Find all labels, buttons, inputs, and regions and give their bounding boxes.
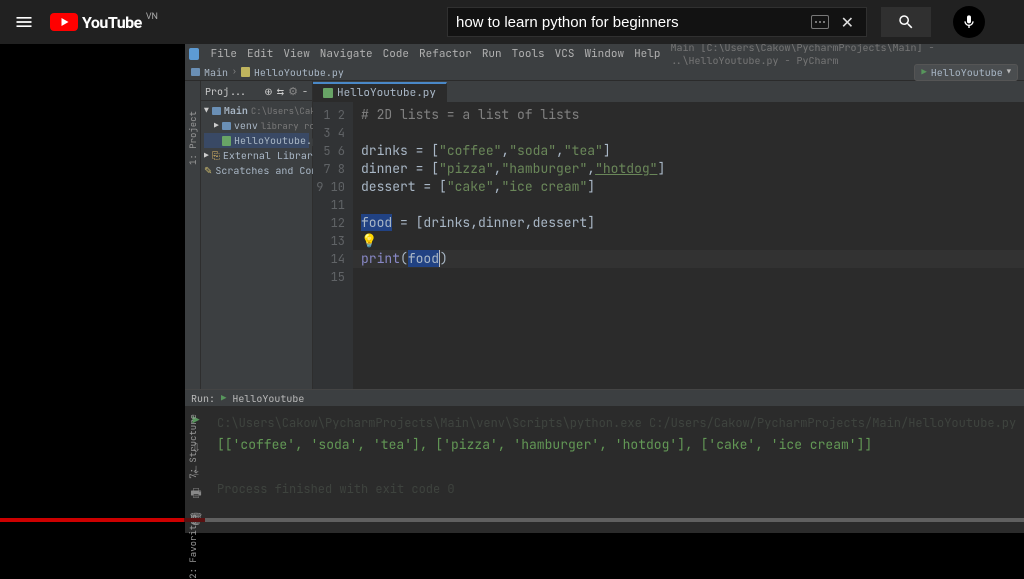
tree-file-helloyoutube[interactable]: HelloYoutube.py [204, 133, 309, 148]
menu-refactor[interactable]: Refactor [419, 47, 472, 61]
code-content[interactable]: # 2D lists = a list of lists drinks = ["… [353, 102, 1024, 389]
breadcrumb-folder: Main [204, 66, 228, 79]
search-button[interactable] [881, 7, 931, 37]
menu-run[interactable]: Run [482, 47, 502, 61]
python-file-icon [323, 88, 333, 98]
tree-root[interactable]: ▼ Main C:\Users\Cakow\Py [204, 103, 309, 118]
menu-file[interactable]: File [211, 47, 237, 61]
project-panel-header: Proj... ⊕ ⇆ ⚙ − [201, 83, 312, 101]
voice-search-button[interactable] [953, 6, 985, 38]
left-tool-tabs: 7: Structure 2: Favorites [185, 414, 201, 579]
youtube-logo[interactable]: YouTube VN [50, 13, 158, 32]
hamburger-menu-icon[interactable] [12, 10, 36, 34]
code-editor[interactable]: 1 2 3 4 5 6 7 8 9 10 11 12 13 14 15 # 2D… [313, 102, 1024, 389]
menu-code[interactable]: Code [383, 47, 409, 61]
keyboard-icon[interactable] [811, 15, 829, 29]
pycharm-ide: File Edit View Navigate Code Refactor Ru… [185, 44, 1024, 512]
run-configuration-selector[interactable]: ▶ HelloYoutube ▼ [914, 64, 1018, 81]
video-progress-bar[interactable] [0, 518, 1024, 522]
play-icon: ▶ [221, 392, 226, 404]
menu-view[interactable]: View [283, 47, 309, 61]
favorites-tab[interactable]: 2: Favorites [187, 514, 199, 579]
hide-icon[interactable]: − [302, 85, 308, 98]
play-icon: ▶ [921, 66, 926, 78]
collapse-icon[interactable]: ⇆ [277, 86, 285, 98]
target-icon[interactable]: ⊕ [264, 85, 272, 98]
run-config-name: HelloYoutube [931, 66, 1003, 79]
youtube-brand-text: YouTube [82, 13, 142, 32]
breadcrumb[interactable]: Main › HelloYoutube.py [191, 66, 344, 79]
project-panel: Proj... ⊕ ⇆ ⚙ − ▼ Main C:\Users\Cakow\Py… [201, 81, 313, 389]
progress-buffered [184, 518, 204, 522]
breadcrumb-file: HelloYoutube.py [254, 66, 344, 79]
tree-external-libraries[interactable]: ▶⎘ External Libraries [204, 148, 309, 163]
run-panel: Run: ▶ HelloYoutube ▶ ⇩ ⤓ 🖶 🗑 C:\Users\C… [185, 389, 1024, 533]
project-tree: ▼ Main C:\Users\Cakow\Py ▶ venv library … [201, 101, 312, 180]
menu-edit[interactable]: Edit [247, 47, 273, 61]
intention-bulb-icon[interactable]: 💡 [361, 232, 377, 249]
progress-remaining [205, 518, 1024, 522]
youtube-play-icon [50, 13, 78, 31]
project-panel-title: Proj... [205, 85, 247, 98]
editor-gutter: 1 2 3 4 5 6 7 8 9 10 11 12 13 14 15 [313, 102, 353, 389]
menu-window[interactable]: Window [584, 47, 624, 61]
clear-search-icon[interactable]: ✕ [837, 13, 858, 32]
folder-icon [191, 68, 200, 76]
menu-vcs[interactable]: VCS [555, 47, 575, 61]
chevron-down-icon: ▼ [1007, 68, 1011, 77]
python-file-icon [241, 67, 250, 77]
tree-scratches[interactable]: ✎ Scratches and Consoles [204, 163, 309, 178]
search-input[interactable] [456, 14, 811, 31]
run-panel-header: Run: ▶ HelloYoutube [185, 390, 1024, 406]
gear-icon[interactable]: ⚙ [288, 85, 298, 99]
chevron-right-icon: › [232, 67, 237, 77]
youtube-header: YouTube VN ✕ [0, 0, 1024, 44]
editor-tab-helloyoutube[interactable]: HelloYoutube.py [313, 82, 447, 102]
progress-played [0, 518, 184, 522]
search-bar[interactable]: ✕ [447, 7, 867, 37]
run-panel-name: HelloYoutube [232, 392, 304, 405]
editor-area: HelloYoutube.py 1 2 3 4 5 6 7 8 9 10 11 … [313, 81, 1024, 389]
structure-tab[interactable]: 7: Structure [187, 414, 199, 479]
pycharm-logo-icon [189, 48, 199, 60]
project-tool-window-tab[interactable]: 1: Project [185, 81, 201, 389]
console-output[interactable]: C:\Users\Cakow\PycharmProjects\Main\venv… [207, 406, 1024, 533]
ide-menu-bar: File Edit View Navigate Code Refactor Ru… [185, 44, 1024, 64]
editor-tabbar: HelloYoutube.py [313, 81, 1024, 102]
tree-venv[interactable]: ▶ venv library root [204, 118, 309, 133]
menu-help[interactable]: Help [634, 47, 660, 61]
youtube-country-code: VN [146, 12, 158, 22]
menu-tools[interactable]: Tools [512, 47, 545, 61]
menu-navigate[interactable]: Navigate [320, 47, 373, 61]
run-panel-label: Run: [191, 392, 215, 405]
